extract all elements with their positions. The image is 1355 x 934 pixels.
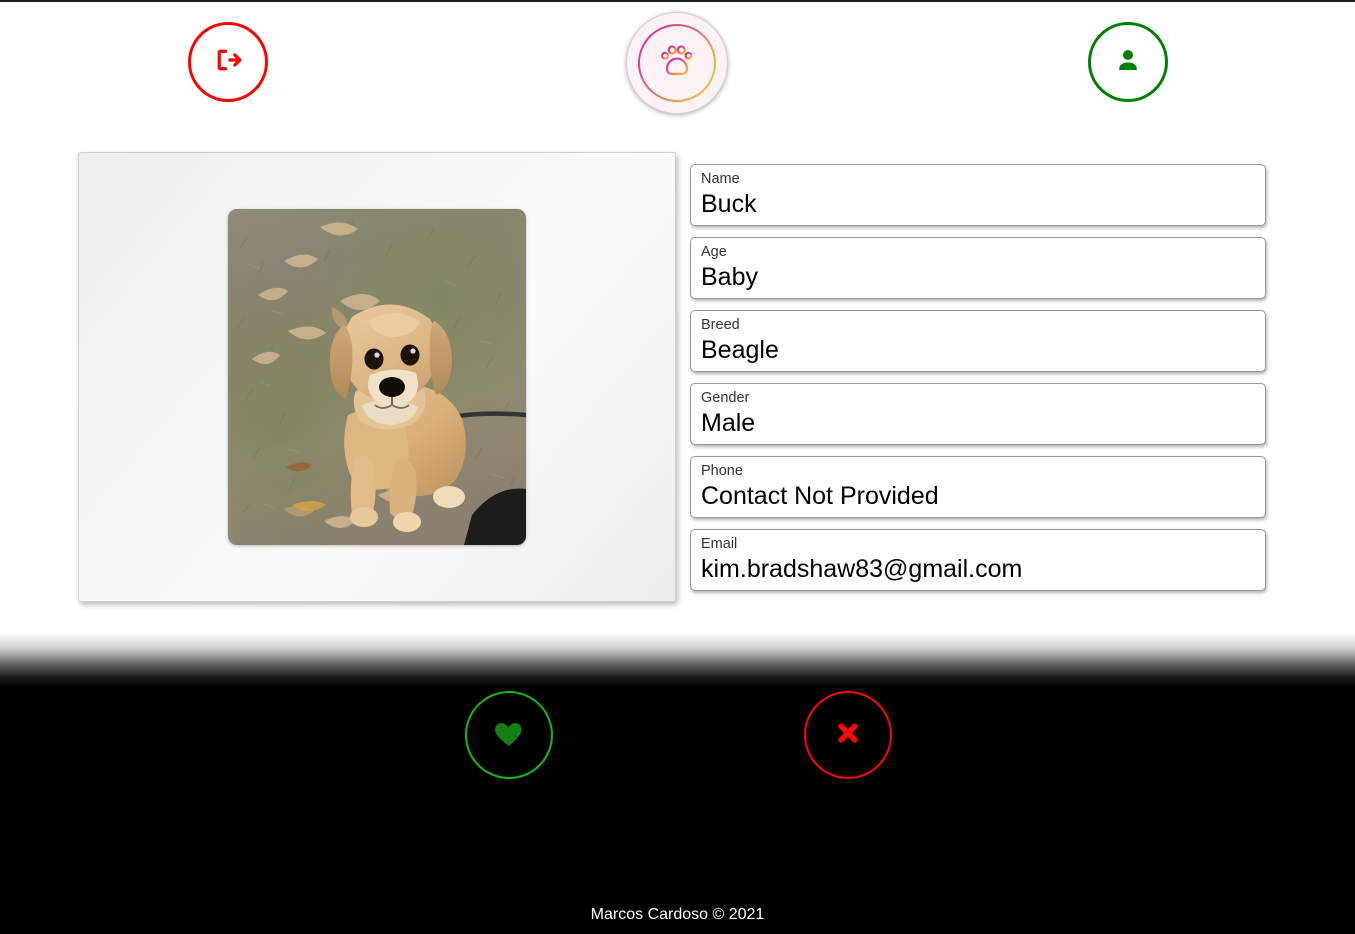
field-label: Gender [701,390,750,406]
field-label: Age [701,244,727,260]
field-value: Buck [701,190,757,218]
field-label: Phone [701,463,743,479]
field-breed[interactable]: Breed Beagle [690,310,1266,372]
like-button[interactable] [465,691,553,779]
app-logo-button[interactable] [626,12,728,114]
person-icon [1113,45,1143,80]
field-email[interactable]: Email kim.bradshaw83@gmail.com [690,529,1266,591]
paw-icon [654,38,700,89]
field-value: Beagle [701,336,779,364]
field-name[interactable]: Name Buck [690,164,1266,226]
logout-icon [213,45,243,80]
field-value: Male [701,409,756,437]
action-bar [0,686,1355,796]
pet-photo-card [78,152,676,602]
footer: Marcos Cardoso © 2021 [0,906,1355,924]
field-age[interactable]: Age Baby [690,237,1266,299]
field-phone[interactable]: Phone Contact Not Provided [690,456,1266,518]
close-x-icon [833,718,863,753]
heart-icon [492,716,526,755]
field-value: Contact Not Provided [701,482,939,510]
footer-credit: Marcos Cardoso © 2021 [590,906,765,923]
logo-gradient-ring [638,24,716,102]
pet-photo [228,209,526,545]
logout-button[interactable] [188,22,268,102]
gradient-fade-divider [0,628,1355,688]
field-value: Baby [701,263,758,291]
app-header [0,0,1355,125]
pet-info-fields: Name Buck Age Baby Breed Beagle Gender M… [690,164,1266,602]
field-label: Breed [701,317,740,333]
field-label: Name [701,171,740,187]
browser-chrome-edge [0,0,1355,2]
pass-button[interactable] [804,691,892,779]
field-value: kim.bradshaw83@gmail.com [701,555,1023,583]
field-gender[interactable]: Gender Male [690,383,1266,445]
profile-button[interactable] [1088,22,1168,102]
field-label: Email [701,536,738,552]
